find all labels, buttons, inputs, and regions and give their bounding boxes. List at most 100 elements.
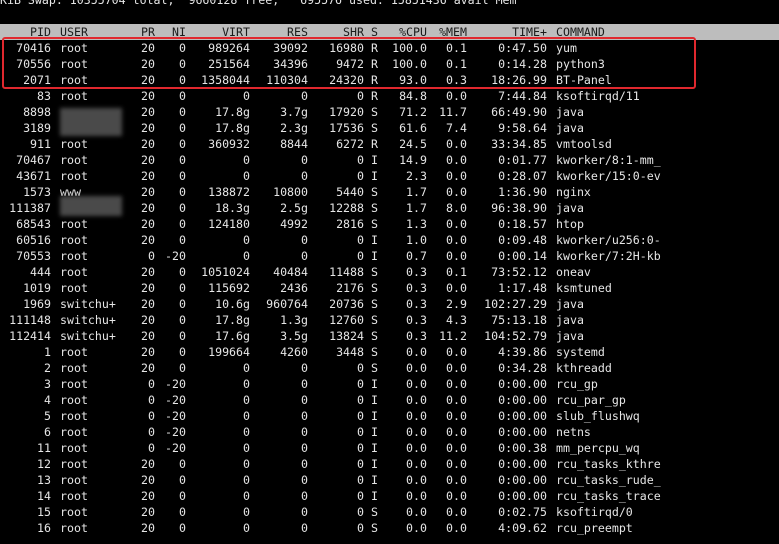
process-row[interactable]: 83 root 20 0 0 0 0 R 84.8 0.0 7:44.84 ksoftirqd/11 [0,88,779,104]
cell-time: 9:58.64 [498,121,547,135]
cell-pid: 2071 [23,73,51,87]
process-row[interactable]: 70416 root 20 0 989264 39092 16980 R 100.0 0.1 0:4… [0,40,779,56]
column-header-cpu[interactable]: %CPU [383,24,427,40]
process-row[interactable]: 1969 switchu+ 20 0 10.6g 960764 20736 S 0.3 2.9 10… [0,296,779,312]
cell-res: 0 [301,457,308,471]
process-row[interactable]: 13 root 20 0 0 0 0 I 0.0 0.0 0:00.00 rcu_tasks_rude… [0,472,779,488]
cell-cpu: 0.3 [406,313,427,327]
cell-ni: 0 [179,329,186,343]
process-row[interactable]: 5 root 0 -20 0 0 0 I 0.0 0.0 0:00.00 slub_flushwq [0,408,779,424]
process-row[interactable]: 911 root 20 0 360932 8844 6272 R 24.5 0.0 33:34.85… [0,136,779,152]
cell-virt: 124180 [208,217,250,231]
cell-virt: 360932 [208,137,250,151]
cell-mem: 0.1 [446,57,467,71]
cell-shr: 0 [357,361,364,375]
cell-pr: 20 [141,73,155,87]
cell-virt: 0 [243,425,250,439]
cell-s: S [371,505,378,519]
column-header-mem[interactable]: %MEM [432,24,467,40]
cell-pid: 5 [44,409,51,423]
cell-pr: 20 [141,153,155,167]
cell-time: 0:00.14 [498,249,547,263]
process-row[interactable]: 43671 root 20 0 0 0 0 I 2.3 0.0 0:28.07 kworker/15:… [0,168,779,184]
cell-s: I [371,153,378,167]
cell-s: I [371,233,378,247]
cell-mem: 2.9 [446,297,467,311]
cell-shr: 0 [357,153,364,167]
process-row[interactable]: 3 root 0 -20 0 0 0 I 0.0 0.0 0:00.00 rcu_gp [0,376,779,392]
cell-res: 960764 [266,297,308,311]
cell-ni: 0 [179,41,186,55]
cell-pid: 1 [44,345,51,359]
cell-shr: 11488 [329,265,364,279]
cell-pr: 20 [141,185,155,199]
cell-s: I [371,377,378,391]
cell-shr: 0 [357,521,364,535]
cell-shr: 2816 [336,217,364,231]
cell-pr: 20 [141,57,155,71]
process-row[interactable]: 60516 root 20 0 0 0 0 I 1.0 0.0 0:09.48 kworker/u25… [0,232,779,248]
cell-cmd: rcu_par_gp [556,393,626,407]
cell-virt: 18.3g [215,201,250,215]
process-row[interactable]: 12 root 20 0 0 0 0 I 0.0 0.0 0:00.00 rcu_tasks_kthr… [0,456,779,472]
cell-pr: 0 [148,409,155,423]
cell-cpu: 0.0 [406,345,427,359]
cell-pid: 11 [37,441,51,455]
cell-mem: 0.1 [446,41,467,55]
process-row[interactable]: 16 root 20 0 0 0 0 S 0.0 0.0 4:09.62 rcu_preempt [0,520,779,536]
cell-virt: 0 [243,505,250,519]
process-row[interactable]: 70553 root 0 -20 0 0 0 I 0.7 0.0 0:00.14 kworker/7:… [0,248,779,264]
cell-pid: 70556 [16,57,51,71]
cell-pid: 444 [30,265,51,279]
cell-res: 2.3g [280,121,308,135]
cell-cpu: 100.0 [392,57,427,71]
column-header-res[interactable]: RES [252,24,308,40]
cell-time: 0:02.75 [498,505,547,519]
cell-cpu: 0.3 [406,329,427,343]
cell-virt: 0 [243,457,250,471]
process-row[interactable]: 4 root 0 -20 0 0 0 I 0.0 0.0 0:00.00 rcu_par_gp [0,392,779,408]
cell-pid: 3189 [23,121,51,135]
process-row[interactable]: 6 root 0 -20 0 0 0 I 0.0 0.0 0:00.00 netns [0,424,779,440]
process-row[interactable]: 68543 root 20 0 124180 4992 2816 S 1.3 0.0 0:18.57… [0,216,779,232]
cell-mem: 0.0 [446,473,467,487]
cell-time: 0:00.00 [498,393,547,407]
cell-time: 96:38.90 [491,201,547,215]
cell-pid: 16 [37,521,51,535]
cell-cmd: ksmtuned [556,281,612,295]
process-row[interactable]: 15 root 20 0 0 0 0 S 0.0 0.0 0:02.75 ksoftirqd/0 [0,504,779,520]
process-row[interactable]: 112414 switchu+ 20 0 17.6g 3.5g 13824 S 0.3 11.2 1… [0,328,779,344]
process-row[interactable]: 1019 root 20 0 115692 2436 2176 S 0.3 0.0 1:17.48 k… [0,280,779,296]
cell-cmd: java [556,121,584,135]
cell-time: 0:00.00 [498,457,547,471]
cell-cpu: 84.8 [399,89,427,103]
column-header-ni[interactable]: NI [160,24,186,40]
process-row[interactable]: 11 root 0 -20 0 0 0 I 0.0 0.0 0:00.38 mm_percpu_wq [0,440,779,456]
process-row[interactable]: 1 root 20 0 199664 4260 3448 S 0.0 0.0 4:39.86 syst… [0,344,779,360]
process-row[interactable]: 111148 switchu+ 20 0 17.8g 1.3g 12760 S 0.3 4.3 75… [0,312,779,328]
process-row[interactable]: 14 root 20 0 0 0 0 I 0.0 0.0 0:00.00 rcu_tasks_trac… [0,488,779,504]
column-header-s[interactable]: S [371,24,381,40]
column-header-pr[interactable]: PR [125,24,155,40]
column-header-time[interactable]: TIME+ [470,24,547,40]
cell-shr: 0 [357,89,364,103]
process-row[interactable]: 70467 root 20 0 0 0 0 I 14.9 0.0 0:01.77 kworker/8:… [0,152,779,168]
column-header-pid[interactable]: PID [0,24,51,40]
process-row[interactable]: 444 root 20 0 1051024 40484 11488 S 0.3 0.1 73:52.… [0,264,779,280]
cell-pid: 112414 [9,329,51,343]
cell-cmd: rcu_gp [556,377,598,391]
cell-time: 73:52.12 [491,265,547,279]
column-header-virt[interactable]: VIRT [188,24,250,40]
column-header-shr[interactable]: SHR [310,24,364,40]
process-row[interactable]: 2071 root 20 0 1358044 110304 24320 R 93.0 0.3 18:… [0,72,779,88]
cell-s: S [371,121,378,135]
cell-virt: 0 [243,89,250,103]
process-row[interactable]: 2 root 20 0 0 0 0 S 0.0 0.0 0:34.28 kthreadd [0,360,779,376]
cell-virt: 0 [243,169,250,183]
process-table-header[interactable]: PID USER PR NI VIRT RES SHR S %CPU %MEM TIME+ COMMA… [0,24,779,40]
process-row[interactable]: 70556 root 20 0 251564 34396 9472 R 100.0 0.1 0:14… [0,56,779,72]
cell-virt: 0 [243,393,250,407]
cell-pid: 14 [37,489,51,503]
cell-mem: 0.0 [446,409,467,423]
column-header-cmd[interactable]: COMMAND [556,24,779,40]
